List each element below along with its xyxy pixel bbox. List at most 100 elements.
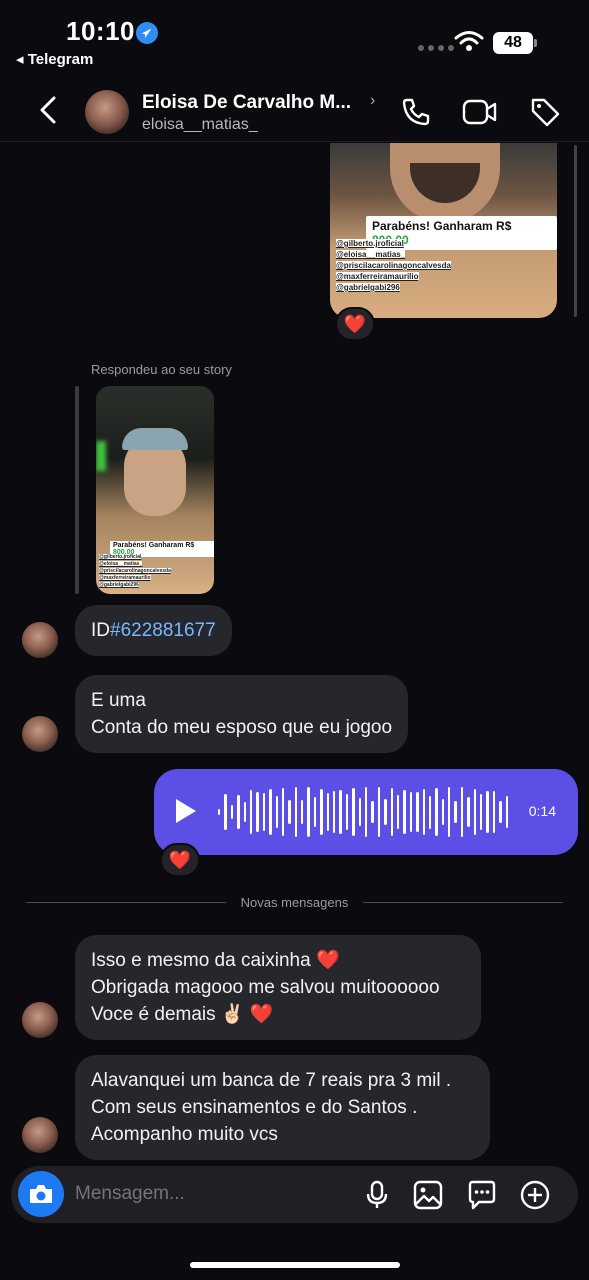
plus-icon [520, 1180, 550, 1210]
contact-name[interactable]: Eloisa De Carvalho M... [142, 92, 370, 114]
message-bubble-id[interactable]: ID#622881677 [75, 605, 232, 656]
waveform-bar [301, 800, 304, 824]
sticker-button[interactable] [466, 1179, 498, 1211]
thumb-tags: @gilberto.jroficial @eloisa__matias_ @pr… [99, 554, 171, 588]
message-bubble[interactable]: Alavanquei um banca de 7 reais pra 3 mil… [75, 1055, 490, 1160]
status-bar: 10:10 ◂ Telegram 48 [0, 0, 589, 72]
thumb-light [96, 441, 106, 471]
waveform-bar [352, 788, 355, 836]
waveform-bar [441, 799, 445, 825]
plus-button[interactable] [519, 1179, 551, 1211]
home-indicator[interactable] [190, 1262, 400, 1268]
chat-header: Eloisa De Carvalho M... › eloisa__matias… [0, 78, 589, 142]
waveform-bar [390, 787, 393, 837]
message-line: Obrigada magooo me salvou muitoooooo [91, 977, 440, 998]
message-bubble[interactable]: E uma Conta do meu esposo que eu jogoo [75, 675, 409, 753]
divider-right [363, 902, 563, 903]
camera-icon [30, 1185, 52, 1203]
waveform-bar [486, 790, 489, 834]
waveform-bar [371, 801, 374, 823]
waveform-bar [326, 793, 330, 831]
video-icon [462, 99, 497, 125]
message-line: Com seus ensinamentos e do Santos . [91, 1097, 418, 1118]
hashtag-link[interactable]: #622881677 [110, 620, 216, 641]
waveform-bar [313, 796, 317, 828]
gallery-button[interactable] [412, 1179, 444, 1211]
waveform-bar [256, 791, 259, 833]
gallery-icon [413, 1180, 443, 1210]
sender-avatar[interactable] [22, 716, 58, 752]
waveform-bar [384, 798, 387, 826]
message-composer [11, 1166, 578, 1223]
waveform-bar [358, 797, 361, 827]
waveform-bar [262, 792, 266, 832]
waveform-bar [492, 790, 496, 834]
replied-to-story-label: Respondeu ao seu story [91, 362, 232, 377]
contact-avatar[interactable] [85, 90, 129, 134]
waveform-bar [364, 787, 368, 837]
voice-waveform[interactable] [218, 783, 508, 841]
battery-indicator: 48 [493, 32, 537, 54]
signal-icon [418, 45, 454, 51]
waveform-bar [333, 791, 336, 833]
waveform-bar [249, 790, 253, 834]
tag-icon [531, 98, 560, 127]
camera-button[interactable] [18, 1171, 64, 1217]
waveform-bar [460, 787, 464, 837]
waveform-bar [473, 788, 477, 836]
wifi-icon [454, 30, 484, 57]
contact-chevron-icon: › [370, 92, 376, 109]
waveform-bar [435, 787, 438, 837]
waveform-bar [505, 795, 508, 829]
message-input[interactable] [75, 1183, 345, 1205]
waveform-bar [396, 795, 400, 829]
waveform-bar [224, 794, 227, 830]
waveform-bar [230, 805, 234, 819]
waveform-bar [409, 791, 413, 833]
message-line: Voce é demais ✌🏻 ❤️ [91, 1004, 274, 1025]
video-call-button[interactable] [462, 94, 498, 130]
waveform-bar [339, 790, 342, 834]
waveform-bar [403, 789, 406, 835]
sender-avatar[interactable] [22, 1117, 58, 1153]
message-bubble[interactable]: Isso e mesmo da caixinha ❤️ Obrigada mag… [75, 935, 481, 1040]
waveform-bar [377, 787, 381, 837]
back-to-app-link[interactable]: ◂ Telegram [16, 50, 93, 68]
back-chevron-icon [40, 96, 56, 124]
voice-message-bubble[interactable]: 0:14 [154, 769, 578, 855]
waveform-bar [281, 787, 285, 837]
voice-reaction[interactable]: ❤️ [160, 843, 200, 877]
back-button[interactable] [30, 90, 66, 130]
message-text: ID [91, 620, 110, 641]
waveform-bar [499, 800, 502, 824]
message-line: Alavanquei um banca de 7 reais pra 3 mil… [91, 1070, 452, 1091]
waveform-bar [218, 809, 221, 815]
message-line: E uma [91, 690, 146, 711]
waveform-bar [422, 789, 425, 835]
story-reaction[interactable]: ❤️ [335, 307, 375, 341]
replied-story-thumbnail[interactable]: Parabéns! Ganharam R$ 800,00 @gilberto.j… [96, 386, 214, 594]
waveform-bar [428, 795, 432, 829]
audio-call-button[interactable] [398, 94, 434, 130]
message-line: Conta do meu esposo que eu jogoo [91, 717, 393, 738]
waveform-bar [448, 787, 451, 837]
waveform-bar [307, 787, 310, 837]
sender-avatar[interactable] [22, 1002, 58, 1038]
waveform-bar [294, 787, 298, 837]
waveform-bar [480, 793, 483, 831]
story-tags: @gilberto.jroficial @eloisa__matias_ @pr… [336, 239, 451, 292]
contact-username[interactable]: eloisa__matias_ [142, 116, 258, 134]
waveform-bar [237, 795, 240, 829]
scrollbar[interactable] [574, 145, 577, 317]
waveform-bar [243, 801, 246, 823]
tag-button[interactable] [527, 94, 563, 130]
reply-indicator-bar [75, 386, 79, 594]
waveform-bar [467, 797, 470, 827]
message-line: Isso e mesmo da caixinha ❤️ [91, 950, 340, 971]
sender-avatar[interactable] [22, 622, 58, 658]
waveform-bar [416, 792, 419, 832]
play-icon[interactable] [176, 799, 196, 823]
shared-story-image[interactable]: Parabéns! Ganharam R$ 800,00 @gilberto.j… [330, 143, 557, 318]
waveform-bar [269, 789, 272, 835]
microphone-button[interactable] [361, 1179, 393, 1211]
